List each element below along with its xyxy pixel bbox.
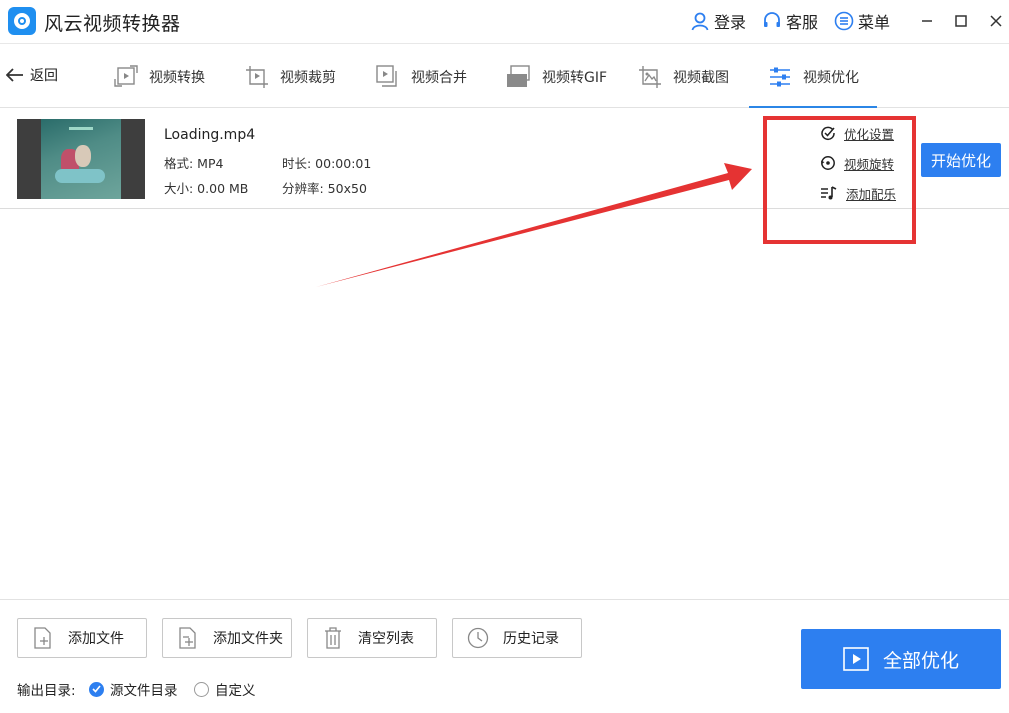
file-name: Loading.mp4 xyxy=(164,127,256,143)
menu-label: 菜单 xyxy=(858,13,891,32)
play-icon xyxy=(843,647,869,671)
tab-label: 视频优化 xyxy=(803,69,859,86)
add-file-button[interactable]: 添加文件 xyxy=(17,618,147,658)
add-file-icon xyxy=(32,627,54,649)
video-crop-icon xyxy=(244,64,270,90)
button-label: 历史记录 xyxy=(503,631,559,647)
tab-video-merge[interactable]: 视频合并 xyxy=(375,45,467,108)
login-label: 登录 xyxy=(714,13,747,32)
service-label: 客服 xyxy=(786,13,819,32)
start-optimize-button[interactable]: 开始优化 xyxy=(921,143,1001,177)
add-folder-button[interactable]: 添加文件夹 xyxy=(162,618,292,658)
tab-label: 视频合并 xyxy=(411,69,467,86)
login-button[interactable]: 登录 xyxy=(690,9,746,33)
tool-tab-bar: 返回 视频转换 视频裁剪 视频合并 视频转GIF 视频截图 视频优化 xyxy=(0,45,1009,108)
optimize-all-button[interactable]: 全部优化 xyxy=(801,629,1001,689)
close-button[interactable] xyxy=(985,10,1007,32)
tab-label: 视频转GIF xyxy=(542,69,608,86)
clock-icon xyxy=(467,627,489,649)
back-button[interactable]: 返回 xyxy=(6,65,58,85)
file-size: 大小: 0.00 MB xyxy=(164,181,249,196)
optimize-all-label: 全部优化 xyxy=(882,649,959,672)
tab-video-crop[interactable]: 视频裁剪 xyxy=(244,45,336,108)
file-resolution: 分辨率: 50x50 xyxy=(282,181,367,196)
minimize-icon xyxy=(922,20,932,22)
tab-video-convert[interactable]: 视频转换 xyxy=(113,45,205,108)
arrow-left-icon xyxy=(6,68,23,82)
button-label: 添加文件夹 xyxy=(213,631,283,647)
maximize-button[interactable] xyxy=(950,10,972,32)
app-logo-icon xyxy=(8,7,36,35)
screenshot-icon xyxy=(637,64,663,90)
video-convert-icon xyxy=(113,64,139,90)
radio-unchecked-icon xyxy=(194,681,209,697)
tab-video-screenshot[interactable]: 视频截图 xyxy=(637,45,729,108)
file-duration: 时长: 00:00:01 xyxy=(282,156,372,171)
video-thumbnail xyxy=(17,119,145,199)
app-title: 风云视频转换器 xyxy=(44,13,181,35)
radio-checked-icon xyxy=(89,681,104,697)
headset-icon xyxy=(762,11,782,31)
highlight-box xyxy=(763,116,916,244)
bottom-panel: 添加文件 添加文件夹 清空列表 历史记录 输出目录: 源文件目录 自定义 全部优… xyxy=(0,599,1009,713)
radio-custom-dir[interactable]: 自定义 xyxy=(194,679,256,699)
user-icon xyxy=(690,11,710,31)
button-label: 添加文件 xyxy=(68,631,124,647)
button-label: 清空列表 xyxy=(358,631,414,647)
radio-label: 自定义 xyxy=(215,683,256,699)
minimize-button[interactable] xyxy=(916,10,938,32)
close-icon xyxy=(990,15,1002,27)
clear-list-button[interactable]: 清空列表 xyxy=(307,618,437,658)
title-bar: 风云视频转换器 登录 客服 菜单 xyxy=(0,0,1009,44)
maximize-icon xyxy=(955,15,967,27)
sliders-icon xyxy=(767,64,793,90)
tab-video-optimize[interactable]: 视频优化 xyxy=(749,45,877,108)
radio-source-dir[interactable]: 源文件目录 xyxy=(89,679,178,699)
output-dir-label: 输出目录: xyxy=(17,683,76,699)
gif-icon xyxy=(506,64,532,90)
tab-label: 视频裁剪 xyxy=(280,69,336,86)
tab-label: 视频转换 xyxy=(149,69,205,86)
history-button[interactable]: 历史记录 xyxy=(452,618,582,658)
tab-label: 视频截图 xyxy=(673,69,729,86)
video-merge-icon xyxy=(375,64,401,90)
radio-label: 源文件目录 xyxy=(110,683,178,699)
file-format: 格式: MP4 xyxy=(164,156,224,171)
menu-button[interactable]: 菜单 xyxy=(834,9,890,33)
trash-icon xyxy=(322,627,344,649)
customer-service-button[interactable]: 客服 xyxy=(762,9,818,33)
back-label: 返回 xyxy=(30,68,58,84)
add-folder-icon xyxy=(177,627,199,649)
menu-icon xyxy=(834,11,854,31)
tab-video-gif[interactable]: 视频转GIF xyxy=(506,45,607,108)
